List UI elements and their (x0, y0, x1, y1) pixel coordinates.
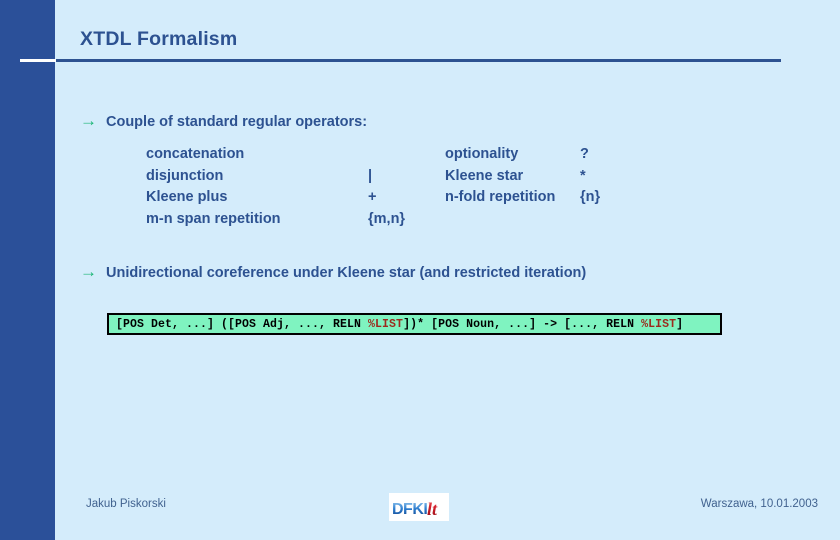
slide: XTDL Formalism → Couple of standard regu… (0, 0, 840, 540)
table-row: disjunction | Kleene star * (146, 166, 620, 188)
code-example-box: [POS Det, ...] ([POS Adj, ..., RELN %LIS… (107, 313, 722, 335)
operator-symbol-left: | (368, 167, 373, 184)
operator-name-left: disjunction (146, 167, 224, 184)
bullet-label: Unidirectional coreference under Kleene … (106, 265, 587, 281)
operator-symbol-left (368, 144, 445, 166)
bullet-item-operators: → Couple of standard regular operators: (80, 112, 367, 130)
bullet-item-coreference: → Unidirectional coreference under Kleen… (80, 263, 586, 281)
dfki-logo: DFKI lt (389, 493, 449, 521)
operator-symbol-right (580, 209, 620, 231)
svg-text:lt: lt (427, 499, 438, 519)
operator-name-right: Kleene star (445, 167, 524, 184)
title-divider-accent (20, 59, 56, 62)
svg-text:DFKI: DFKI (392, 501, 427, 518)
operator-name-right: n-fold repetition (445, 189, 556, 205)
operator-name-right (445, 209, 580, 231)
operator-symbol-left: {m,n} (368, 210, 406, 227)
table-row: m-n span repetition {m,n} (146, 209, 620, 231)
page-title: XTDL Formalism (80, 28, 238, 50)
title-divider (55, 59, 781, 62)
operator-name-left: m-n span repetition (146, 210, 281, 227)
table-row: concatenation optionality ? (146, 144, 620, 166)
operator-name-right: optionality (445, 146, 519, 162)
operator-name-left: concatenation (146, 146, 245, 162)
footer-date: Warszawa, 10.01.2003 (700, 498, 818, 510)
footer-author: Jakub Piskorski (86, 498, 166, 510)
code-example-text: [POS Det, ...] ([POS Adj, ..., RELN %LIS… (116, 317, 684, 331)
operators-table: concatenation optionality ? disjunction … (146, 144, 620, 230)
sidebar-band (0, 0, 55, 540)
operator-name-left: Kleene plus (146, 189, 228, 205)
dfki-logo-mark: DFKI lt (389, 493, 449, 521)
arrow-bullet-icon: → (80, 262, 97, 281)
arrow-bullet-icon: → (80, 111, 97, 130)
operator-symbol-left: + (368, 189, 377, 205)
bullet-label: Couple of standard regular operators: (106, 114, 368, 130)
table-row: Kleene plus + n-fold repetition {n} (146, 187, 620, 209)
operator-symbol-right: * (580, 167, 586, 184)
operator-symbol-right: ? (580, 146, 589, 162)
operator-symbol-right: {n} (580, 189, 601, 205)
